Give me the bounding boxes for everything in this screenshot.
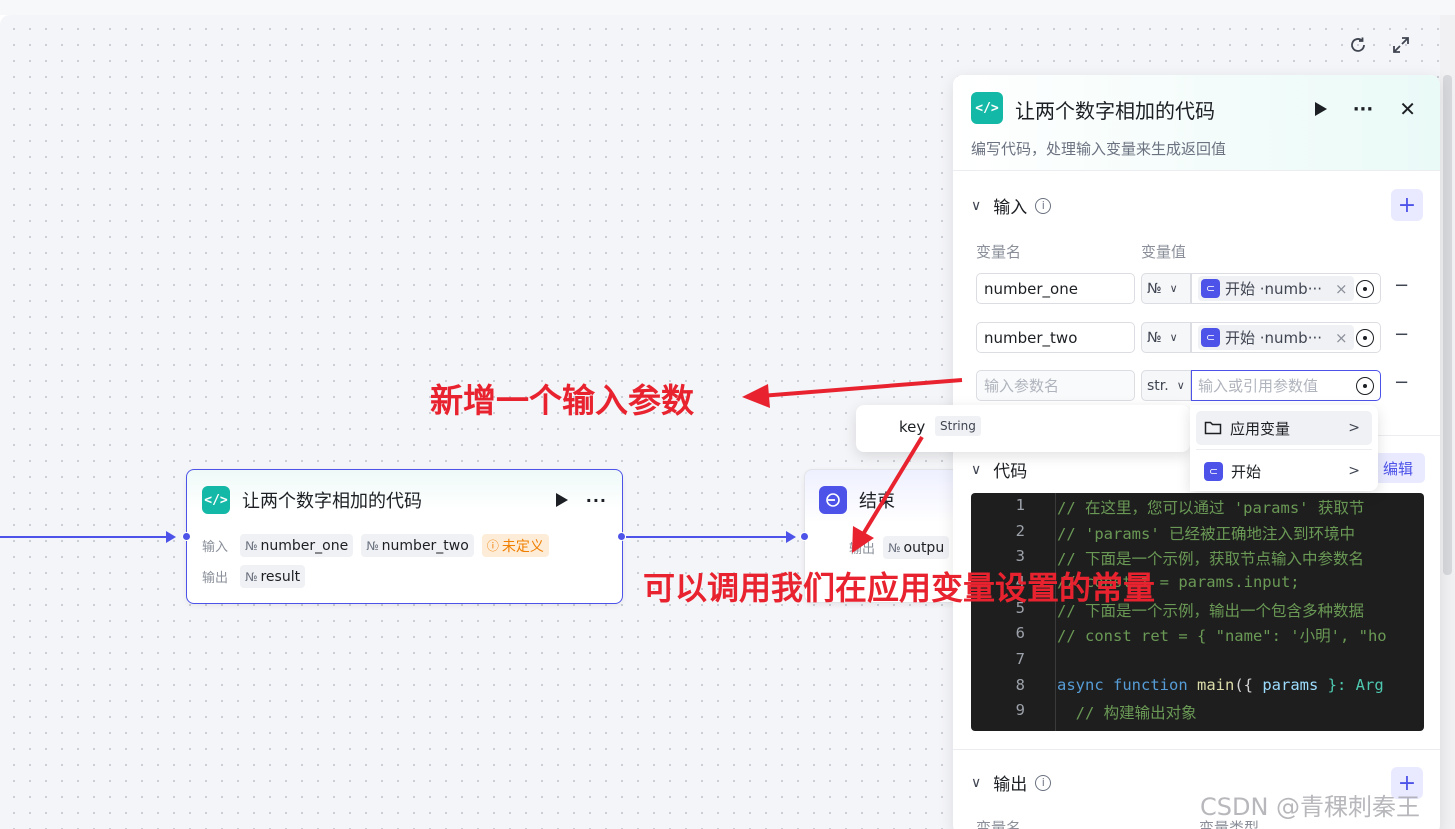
- output-label: 输出: [202, 571, 229, 586]
- variable-type-badge: String: [935, 416, 981, 436]
- edge-arrowhead: [786, 531, 796, 543]
- output-section-header[interactable]: ∨ 输出 i: [971, 770, 1052, 795]
- run-icon[interactable]: [555, 493, 568, 507]
- info-icon[interactable]: i: [1035, 774, 1052, 791]
- input-tag: № number_two: [361, 534, 474, 557]
- input-label: 输入: [202, 540, 229, 555]
- remove-row-icon[interactable]: −: [1394, 275, 1409, 296]
- code-node-in-port[interactable]: [182, 532, 191, 541]
- input-section-title: 输入: [993, 198, 1028, 218]
- input-tag: № number_one: [240, 534, 354, 557]
- dropdown-item-start[interactable]: ⊂ 开始 >: [1196, 454, 1372, 488]
- node-title: 让两个数字相加的代码: [242, 491, 422, 512]
- variable-key-label[interactable]: key: [899, 418, 925, 436]
- end-output-label: 输出: [849, 542, 876, 557]
- chevron-down-icon[interactable]: ∨: [971, 198, 981, 214]
- variable-dropdown-detail: key String: [856, 405, 1190, 452]
- top-strip: [0, 0, 1455, 15]
- scrollbar[interactable]: [1440, 15, 1455, 829]
- new-param-value-input[interactable]: 输入或引用参数值: [1191, 370, 1381, 401]
- var-name-field[interactable]: number_two: [976, 322, 1135, 353]
- type-select[interactable]: str. ∨: [1141, 370, 1191, 401]
- out-col-name: 变量名: [976, 819, 1022, 829]
- type-select[interactable]: № ∨: [1141, 322, 1191, 353]
- panel-title: 让两个数字相加的代码: [1015, 99, 1215, 123]
- chevron-right-icon: >: [1348, 463, 1360, 479]
- input-section-header[interactable]: ∨ 输入 i: [971, 193, 1052, 218]
- output-section-title: 输出: [993, 775, 1028, 795]
- panel-description: 编写代码，处理输入变量来生成返回值: [971, 140, 1227, 158]
- code-node-out-port[interactable]: [617, 532, 626, 541]
- folder-icon: [1204, 421, 1222, 435]
- code-editor[interactable]: 1// 在这里，您可以通过 'params' 获取节 2// 'params' …: [971, 493, 1424, 731]
- more-icon[interactable]: ···: [1353, 99, 1374, 120]
- reference-target-icon[interactable]: [1356, 279, 1374, 298]
- chevron-down-icon[interactable]: ∨: [971, 462, 981, 478]
- col-var-name: 变量名: [976, 243, 1022, 261]
- undefined-warning-tag: ⓘ 未定义: [481, 534, 549, 557]
- info-icon[interactable]: i: [1035, 197, 1052, 214]
- end-icon: [819, 486, 847, 514]
- reference-chip: ⊂ 开始 · numb··· ×: [1198, 325, 1354, 350]
- end-node-title: 结束: [859, 491, 895, 512]
- start-node-icon: ⊂: [1201, 328, 1220, 347]
- chevron-down-icon[interactable]: ∨: [971, 775, 981, 791]
- edge-incoming: [0, 536, 166, 538]
- col-var-value: 变量值: [1141, 243, 1187, 261]
- end-output-tag: № outpu: [883, 536, 950, 559]
- more-icon[interactable]: ···: [586, 491, 607, 510]
- output-tag: № result: [240, 565, 306, 588]
- remove-ref-icon[interactable]: ×: [1335, 280, 1348, 298]
- code-icon: </>: [971, 92, 1003, 124]
- reference-target-icon[interactable]: [1356, 376, 1374, 395]
- annotation-new-param: 新增一个输入参数: [430, 381, 694, 420]
- var-value-field[interactable]: ⊂ 开始 · numb··· ×: [1191, 322, 1381, 353]
- start-node-icon: ⊂: [1204, 461, 1223, 481]
- variable-dropdown-menu: 应用变量 > ⊂ 开始 >: [1190, 405, 1378, 491]
- expand-icon[interactable]: [1390, 34, 1412, 56]
- edit-code-button[interactable]: 编辑: [1371, 453, 1425, 483]
- remove-row-icon[interactable]: −: [1394, 372, 1409, 393]
- reference-target-icon[interactable]: [1356, 328, 1374, 347]
- type-select[interactable]: № ∨: [1141, 273, 1191, 304]
- new-param-name-input[interactable]: 输入参数名: [976, 370, 1135, 401]
- node-header: </> 让两个数字相加的代码 ···: [202, 486, 607, 514]
- remove-row-icon[interactable]: −: [1394, 324, 1409, 345]
- code-node[interactable]: </> 让两个数字相加的代码 ··· 输入 № number_one № numbe…: [186, 469, 623, 604]
- code-icon: </>: [202, 486, 230, 514]
- refresh-icon[interactable]: [1347, 34, 1369, 56]
- dropdown-item-app-variables[interactable]: 应用变量 >: [1196, 411, 1372, 445]
- annotation-call-constants: 可以调用我们在应用变量设置的常量: [643, 569, 1156, 607]
- panel-header: </> 让两个数字相加的代码 ··· ✕ 编写代码，处理输入变量来生成返回值: [953, 75, 1440, 171]
- edge-code-to-end: [626, 536, 786, 538]
- watermark: CSDN @青稞刺秦王: [1200, 793, 1421, 821]
- run-icon[interactable]: [1314, 102, 1327, 116]
- code-section-header[interactable]: ∨ 代码: [971, 457, 1028, 483]
- remove-ref-icon[interactable]: ×: [1335, 329, 1348, 347]
- code-section-title: 代码: [993, 462, 1028, 482]
- edge-arrowhead: [166, 531, 176, 543]
- add-input-button[interactable]: +: [1391, 189, 1423, 221]
- node-input-row: 输入 № number_one № number_two ⓘ 未定义: [202, 534, 549, 557]
- chevron-right-icon: >: [1348, 420, 1360, 436]
- end-node-in-port[interactable]: [800, 532, 809, 541]
- reference-chip: ⊂ 开始 · numb··· ×: [1198, 276, 1354, 301]
- scrollbar-thumb[interactable]: [1443, 75, 1452, 575]
- close-icon[interactable]: ✕: [1399, 97, 1416, 121]
- var-name-field[interactable]: number_one: [976, 273, 1135, 304]
- start-node-icon: ⊂: [1201, 279, 1220, 298]
- node-output-row: 输出 № result: [202, 565, 306, 588]
- var-value-field[interactable]: ⊂ 开始 · numb··· ×: [1191, 273, 1381, 304]
